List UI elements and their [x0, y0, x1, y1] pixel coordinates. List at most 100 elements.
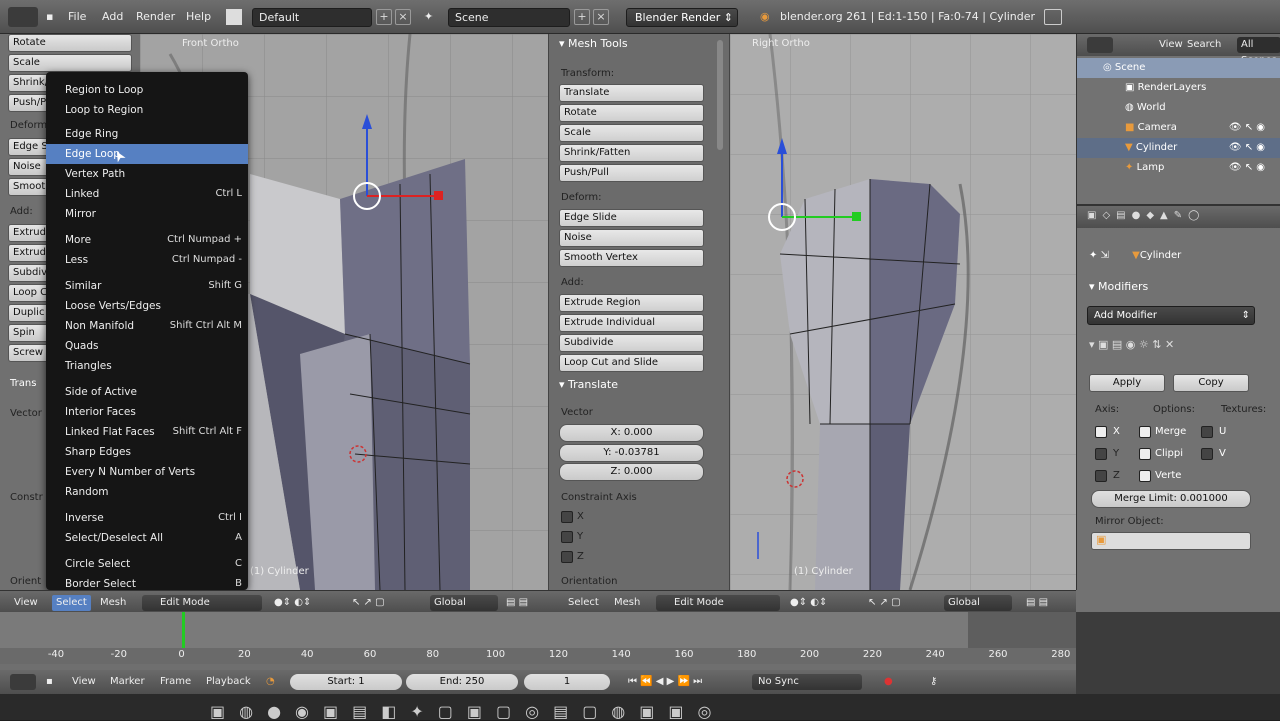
record-icon[interactable]: ●: [884, 674, 893, 690]
collapse-icon[interactable]: ▪: [46, 7, 53, 27]
timeline-menu-view[interactable]: View: [72, 674, 96, 690]
translate-button[interactable]: Translate: [559, 84, 704, 102]
subdivide-button[interactable]: Subdivide: [559, 334, 704, 352]
constraint-z-checkbox[interactable]: [561, 551, 573, 563]
menu-item-select-deselect-all[interactable]: Select/Deselect All A: [46, 528, 248, 548]
timeline-menu-playback[interactable]: Playback: [206, 674, 251, 690]
menu-item-edge-ring[interactable]: Edge Ring: [46, 124, 248, 144]
keying-set-icon[interactable]: ⚷: [930, 674, 937, 690]
vertex-group-checkbox[interactable]: [1139, 470, 1151, 482]
outliner-renderlayers[interactable]: ▣ RenderLayers: [1077, 78, 1280, 98]
modifier-header[interactable]: ▾ ▣ ▤ ◉ ☼ ⇅ ✕: [1089, 338, 1265, 358]
editor-type-icon[interactable]: [8, 7, 38, 27]
layout-icon[interactable]: [226, 9, 242, 25]
remove-scene-icon[interactable]: ×: [593, 9, 609, 25]
texture-v-checkbox[interactable]: [1201, 448, 1213, 460]
rotate-button[interactable]: Rotate: [559, 104, 704, 122]
menu-item-region-to-loop[interactable]: Region to Loop: [46, 80, 248, 100]
extrude-individual-button[interactable]: Extrude Individual: [559, 314, 704, 332]
current-frame-marker[interactable]: [182, 612, 185, 648]
screen-layout-field[interactable]: Default: [252, 8, 372, 27]
loop-cut-button[interactable]: Loop Cut and Slide: [559, 354, 704, 372]
menu-item-quads[interactable]: Quads: [46, 336, 248, 356]
menu-item-loose-verts-edges[interactable]: Loose Verts/Edges: [46, 296, 248, 316]
menu-item-side-of-active[interactable]: Side of Active: [46, 382, 248, 402]
menu-item-linked[interactable]: Linked Ctrl L: [46, 184, 248, 204]
vector-y-field[interactable]: Y: -0.03781: [559, 444, 704, 462]
texture-u-checkbox[interactable]: [1201, 426, 1213, 438]
visibility-eye-icon[interactable]: 👁 ↖ ◉: [1229, 138, 1265, 158]
mesh-tools-title[interactable]: ▾ Mesh Tools: [559, 37, 628, 50]
menu-item-vertex-path[interactable]: Vertex Path: [46, 164, 248, 184]
axis-x-checkbox[interactable]: [1095, 426, 1107, 438]
add-modifier-select[interactable]: Add Modifier ⇕: [1087, 306, 1255, 325]
apply-button[interactable]: Apply: [1089, 374, 1165, 392]
outliner-editor-icon[interactable]: [1087, 37, 1113, 53]
orientation-select-right[interactable]: Global: [944, 595, 1012, 611]
menu-select-right[interactable]: Select: [568, 595, 599, 611]
menu-item-every-n-number-of-verts[interactable]: Every N Number of Verts: [46, 462, 248, 482]
menu-item-random[interactable]: Random: [46, 482, 248, 502]
timeline-editor-icon[interactable]: [10, 674, 36, 690]
menu-item-non-manifold[interactable]: Non Manifold Shift Ctrl Alt M: [46, 316, 248, 336]
end-frame-field[interactable]: End: 250: [406, 674, 518, 690]
extrude-region-button[interactable]: Extrude Region: [559, 294, 704, 312]
vector-z-field[interactable]: Z: 0.000: [559, 463, 704, 481]
menu-item-inverse[interactable]: Inverse Ctrl I: [46, 508, 248, 528]
noise-button[interactable]: Noise: [559, 229, 704, 247]
viewport-right[interactable]: Right Ortho (1) Cylinder: [730, 34, 1076, 590]
menu-item-sharp-edges[interactable]: Sharp Edges: [46, 442, 248, 462]
menu-item-interior-faces[interactable]: Interior Faces: [46, 402, 248, 422]
add-scene-icon[interactable]: +: [574, 9, 590, 25]
outliner-display-select[interactable]: All Scenes: [1237, 37, 1280, 66]
current-frame-field[interactable]: 1: [524, 674, 610, 690]
menu-mesh-right[interactable]: Mesh: [614, 595, 640, 611]
outliner-menu-search[interactable]: Search: [1187, 37, 1221, 53]
dock-icons[interactable]: ▣◍●◉▣▤◧✦▢▣▢◎▤▢◍▣▣◎: [210, 702, 725, 721]
preview-range-icon[interactable]: ◔: [266, 674, 275, 690]
start-frame-field[interactable]: Start: 1: [290, 674, 402, 690]
layers-icon[interactable]: ▤ ▤: [506, 595, 528, 611]
constraint-x-checkbox[interactable]: [561, 511, 573, 523]
outliner-camera[interactable]: ■ Camera 👁 ↖ ◉: [1077, 118, 1280, 138]
layers-icon-right[interactable]: ▤ ▤: [1026, 595, 1048, 611]
scale-button[interactable]: Scale: [559, 124, 704, 142]
sync-select[interactable]: No Sync: [752, 674, 862, 690]
tool-scale[interactable]: Scale: [8, 54, 132, 72]
outliner-menu-view[interactable]: View: [1159, 37, 1183, 53]
modifiers-title[interactable]: ▾ Modifiers: [1089, 280, 1148, 293]
menu-item-triangles[interactable]: Triangles: [46, 356, 248, 376]
visibility-eye-icon[interactable]: 👁 ↖ ◉: [1229, 158, 1265, 178]
merge-checkbox[interactable]: [1139, 426, 1151, 438]
merge-limit-field[interactable]: Merge Limit: 0.001000: [1091, 490, 1251, 508]
menu-select[interactable]: Select: [52, 595, 91, 611]
timeline-menu-marker[interactable]: Marker: [110, 674, 145, 690]
shading-icon[interactable]: ●⇕ ◐⇕: [274, 595, 311, 611]
axis-y-checkbox[interactable]: [1095, 448, 1107, 460]
outliner-world[interactable]: ◍ World: [1077, 98, 1280, 118]
mirror-object-field[interactable]: ▣: [1091, 532, 1251, 550]
tool-rotate[interactable]: Rotate: [8, 34, 132, 52]
menu-render[interactable]: Render: [136, 7, 175, 27]
menu-item-similar[interactable]: Similar Shift G: [46, 276, 248, 296]
menu-item-less[interactable]: Less Ctrl Numpad -: [46, 250, 248, 270]
axis-z-checkbox[interactable]: [1095, 470, 1107, 482]
smooth-vertex-button[interactable]: Smooth Vertex: [559, 249, 704, 267]
outliner-cylinder[interactable]: ▼ Cylinder 👁 ↖ ◉: [1077, 138, 1280, 158]
vector-x-field[interactable]: X: 0.000: [559, 424, 704, 442]
menu-item-linked-flat-faces[interactable]: Linked Flat Faces Shift Ctrl Alt F: [46, 422, 248, 442]
copy-button[interactable]: Copy: [1173, 374, 1249, 392]
menu-view[interactable]: View: [14, 595, 38, 611]
remove-layout-icon[interactable]: ×: [395, 9, 411, 25]
playback-controls[interactable]: ⏮ ⏪ ◀ ▶ ⏩ ⏭: [628, 674, 702, 690]
timeline-menu-frame[interactable]: Frame: [160, 674, 191, 690]
orientation-select[interactable]: Global: [430, 595, 498, 611]
clipping-checkbox[interactable]: [1139, 448, 1151, 460]
menu-mesh[interactable]: Mesh: [100, 595, 126, 611]
edge-slide-button[interactable]: Edge Slide: [559, 209, 704, 227]
timeline[interactable]: -40 -20 0 20 40 60 80 100 120 140 160 180 200 220 240 2…: [0, 612, 1076, 670]
timeline-area[interactable]: [0, 612, 1076, 648]
collapse-icon[interactable]: ▪: [46, 674, 53, 690]
outliner-scene[interactable]: ◎ Scene: [1077, 58, 1280, 78]
mode-select-right[interactable]: Edit Mode: [656, 595, 780, 611]
